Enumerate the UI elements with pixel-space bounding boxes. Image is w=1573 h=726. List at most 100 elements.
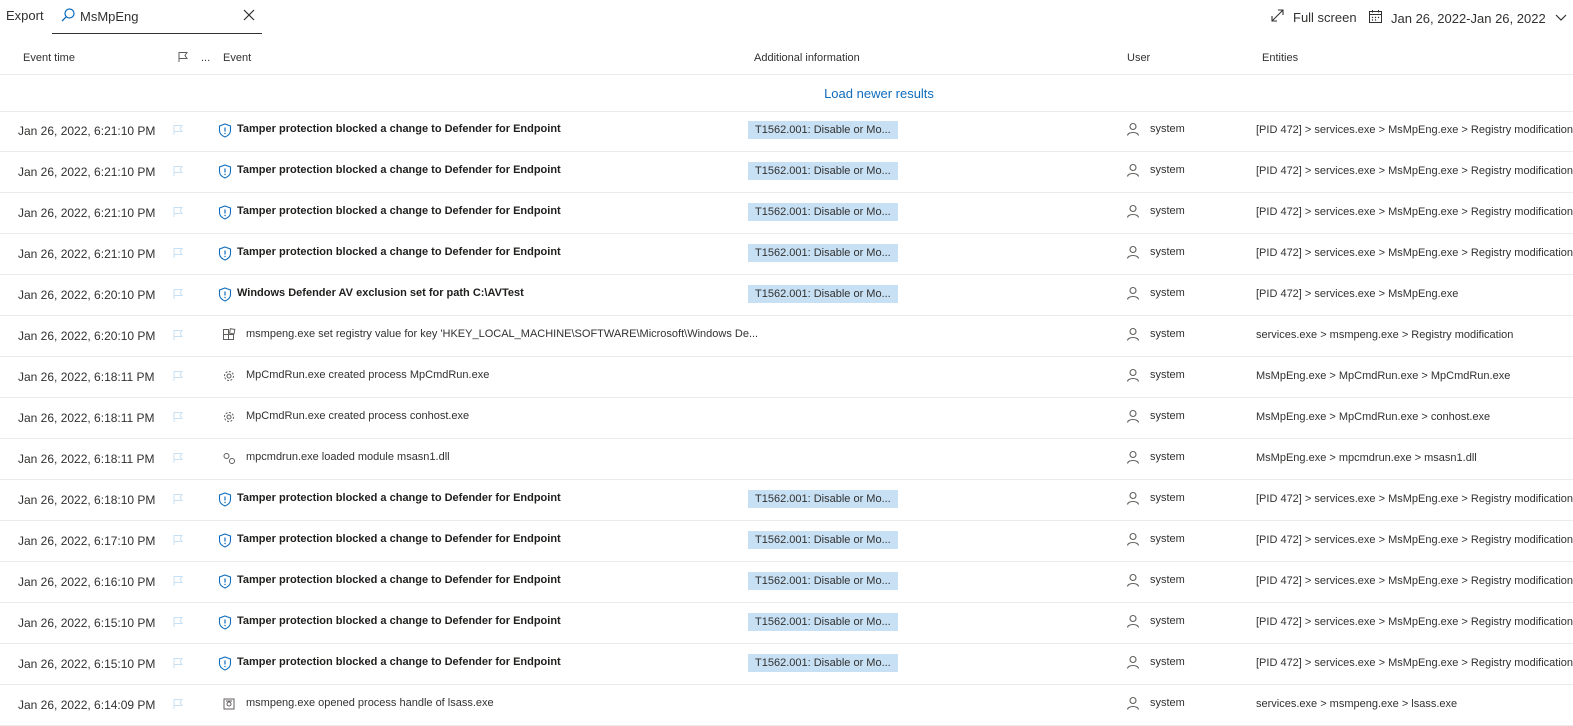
- user-cell[interactable]: system: [1150, 205, 1185, 217]
- event-description[interactable]: Tamper protection blocked a change to De…: [237, 656, 561, 668]
- event-description[interactable]: Tamper protection blocked a change to De…: [237, 615, 561, 627]
- entities-cell[interactable]: [PID 472] > services.exe > MsMpEng.exe >…: [1256, 534, 1573, 546]
- mitre-technique-tag[interactable]: T1562.001: Disable or Mo...: [748, 490, 898, 508]
- entities-cell[interactable]: MsMpEng.exe > mpcmdrun.exe > msasn1.dll: [1256, 452, 1477, 464]
- event-description[interactable]: mpcmdrun.exe loaded module msasn1.dll: [246, 451, 450, 463]
- table-row[interactable]: Jan 26, 2022, 6:18:11 PM mpcmdrun.exe lo…: [0, 439, 1573, 480]
- column-more[interactable]: ...: [201, 52, 210, 64]
- user-cell[interactable]: system: [1150, 123, 1185, 135]
- flag-icon[interactable]: [172, 452, 184, 467]
- user-cell[interactable]: system: [1150, 164, 1185, 176]
- entities-cell[interactable]: [PID 472] > services.exe > MsMpEng.exe >…: [1256, 165, 1573, 177]
- event-description[interactable]: msmpeng.exe set registry value for key '…: [246, 328, 758, 340]
- table-row[interactable]: Jan 26, 2022, 6:15:10 PM Tamper protecti…: [0, 603, 1573, 644]
- user-cell[interactable]: system: [1150, 574, 1185, 586]
- export-button[interactable]: Export: [6, 8, 44, 23]
- entities-cell[interactable]: [PID 472] > services.exe > MsMpEng.exe >…: [1256, 616, 1573, 628]
- column-event[interactable]: Event: [223, 52, 251, 64]
- mitre-technique-tag[interactable]: T1562.001: Disable or Mo...: [748, 244, 898, 262]
- user-cell[interactable]: system: [1150, 615, 1185, 627]
- table-row[interactable]: Jan 26, 2022, 6:20:10 PM msmpeng.exe set…: [0, 316, 1573, 357]
- event-description[interactable]: msmpeng.exe opened process handle of lsa…: [246, 697, 494, 709]
- user-cell[interactable]: system: [1150, 410, 1185, 422]
- flag-column-icon[interactable]: [177, 51, 189, 66]
- table-row[interactable]: Jan 26, 2022, 6:20:10 PM Windows Defende…: [0, 275, 1573, 316]
- entities-cell[interactable]: services.exe > msmpeng.exe > Registry mo…: [1256, 329, 1513, 341]
- user-cell[interactable]: system: [1150, 451, 1185, 463]
- event-description[interactable]: MpCmdRun.exe created process conhost.exe: [246, 410, 469, 422]
- user-cell[interactable]: system: [1150, 492, 1185, 504]
- flag-icon[interactable]: [172, 288, 184, 303]
- entities-cell[interactable]: [PID 472] > services.exe > MsMpEng.exe >…: [1256, 206, 1573, 218]
- event-description[interactable]: Windows Defender AV exclusion set for pa…: [237, 287, 524, 299]
- event-description[interactable]: Tamper protection blocked a change to De…: [237, 164, 561, 176]
- column-entities[interactable]: Entities: [1262, 52, 1298, 64]
- table-row[interactable]: Jan 26, 2022, 6:21:10 PM Tamper protecti…: [0, 193, 1573, 234]
- mitre-technique-tag[interactable]: T1562.001: Disable or Mo...: [748, 572, 898, 590]
- mitre-technique-tag[interactable]: T1562.001: Disable or Mo...: [748, 121, 898, 139]
- table-row[interactable]: Jan 26, 2022, 6:16:10 PM Tamper protecti…: [0, 562, 1573, 603]
- table-row[interactable]: Jan 26, 2022, 6:18:10 PM Tamper protecti…: [0, 480, 1573, 521]
- flag-icon[interactable]: [172, 657, 184, 672]
- flag-icon[interactable]: [172, 247, 184, 262]
- entities-cell[interactable]: [PID 472] > services.exe > MsMpEng.exe >…: [1256, 657, 1573, 669]
- user-cell[interactable]: system: [1150, 246, 1185, 258]
- table-row[interactable]: Jan 26, 2022, 6:18:11 PM MpCmdRun.exe cr…: [0, 398, 1573, 439]
- column-user[interactable]: User: [1127, 52, 1150, 64]
- shield-icon: [218, 615, 232, 633]
- mitre-technique-tag[interactable]: T1562.001: Disable or Mo...: [748, 613, 898, 631]
- column-event-time[interactable]: Event time: [23, 52, 75, 64]
- user-cell[interactable]: system: [1150, 328, 1185, 340]
- flag-icon[interactable]: [172, 534, 184, 549]
- table-row[interactable]: Jan 26, 2022, 6:17:10 PM Tamper protecti…: [0, 521, 1573, 562]
- entities-cell[interactable]: [PID 472] > services.exe > MsMpEng.exe: [1256, 288, 1458, 300]
- mitre-technique-tag[interactable]: T1562.001: Disable or Mo...: [748, 285, 898, 303]
- flag-icon[interactable]: [172, 698, 184, 713]
- flag-icon[interactable]: [172, 493, 184, 508]
- mitre-technique-tag[interactable]: T1562.001: Disable or Mo...: [748, 203, 898, 221]
- event-description[interactable]: Tamper protection blocked a change to De…: [237, 533, 561, 545]
- flag-icon[interactable]: [172, 411, 184, 426]
- user-cell[interactable]: system: [1150, 533, 1185, 545]
- flag-icon[interactable]: [172, 124, 184, 139]
- event-description[interactable]: Tamper protection blocked a change to De…: [237, 246, 561, 258]
- mitre-technique-tag[interactable]: T1562.001: Disable or Mo...: [748, 162, 898, 180]
- entities-cell[interactable]: [PID 472] > services.exe > MsMpEng.exe >…: [1256, 247, 1573, 259]
- clear-search-icon[interactable]: [242, 8, 256, 27]
- flag-icon[interactable]: [172, 329, 184, 344]
- entities-cell[interactable]: [PID 472] > services.exe > MsMpEng.exe >…: [1256, 575, 1573, 587]
- flag-icon[interactable]: [172, 206, 184, 221]
- user-cell[interactable]: system: [1150, 697, 1185, 709]
- table-row[interactable]: Jan 26, 2022, 6:21:10 PM Tamper protecti…: [0, 111, 1573, 152]
- entities-cell[interactable]: services.exe > msmpeng.exe > lsass.exe: [1256, 698, 1457, 710]
- entities-cell[interactable]: [PID 472] > services.exe > MsMpEng.exe >…: [1256, 493, 1573, 505]
- entities-cell[interactable]: MsMpEng.exe > MpCmdRun.exe > MpCmdRun.ex…: [1256, 370, 1510, 382]
- column-additional-information[interactable]: Additional information: [754, 52, 860, 64]
- event-description[interactable]: Tamper protection blocked a change to De…: [237, 574, 561, 586]
- mitre-technique-tag[interactable]: T1562.001: Disable or Mo...: [748, 654, 898, 672]
- date-range-picker[interactable]: Jan 26, 2022-Jan 26, 2022: [1368, 9, 1568, 27]
- user-cell[interactable]: system: [1150, 287, 1185, 299]
- entities-cell[interactable]: [PID 472] > services.exe > MsMpEng.exe >…: [1256, 124, 1573, 136]
- table-row[interactable]: Jan 26, 2022, 6:21:10 PM Tamper protecti…: [0, 234, 1573, 275]
- table-row[interactable]: Jan 26, 2022, 6:15:10 PM Tamper protecti…: [0, 644, 1573, 685]
- load-newer-results-link[interactable]: Load newer results: [824, 86, 934, 101]
- flag-icon[interactable]: [172, 165, 184, 180]
- event-description[interactable]: Tamper protection blocked a change to De…: [237, 492, 561, 504]
- event-description[interactable]: Tamper protection blocked a change to De…: [237, 205, 561, 217]
- shield-icon: [218, 123, 232, 141]
- user-cell[interactable]: system: [1150, 369, 1185, 381]
- flag-icon[interactable]: [172, 370, 184, 385]
- search-input[interactable]: [80, 6, 230, 26]
- entities-cell[interactable]: MsMpEng.exe > MpCmdRun.exe > conhost.exe: [1256, 411, 1490, 423]
- user-cell[interactable]: system: [1150, 656, 1185, 668]
- search-box[interactable]: [52, 0, 262, 34]
- table-row[interactable]: Jan 26, 2022, 6:21:10 PM Tamper protecti…: [0, 152, 1573, 193]
- table-row[interactable]: Jan 26, 2022, 6:18:11 PM MpCmdRun.exe cr…: [0, 357, 1573, 398]
- full-screen-button[interactable]: Full screen: [1270, 8, 1357, 26]
- event-description[interactable]: MpCmdRun.exe created process MpCmdRun.ex…: [246, 369, 489, 381]
- event-description[interactable]: Tamper protection blocked a change to De…: [237, 123, 561, 135]
- mitre-technique-tag[interactable]: T1562.001: Disable or Mo...: [748, 531, 898, 549]
- flag-icon[interactable]: [172, 616, 184, 631]
- flag-icon[interactable]: [172, 575, 184, 590]
